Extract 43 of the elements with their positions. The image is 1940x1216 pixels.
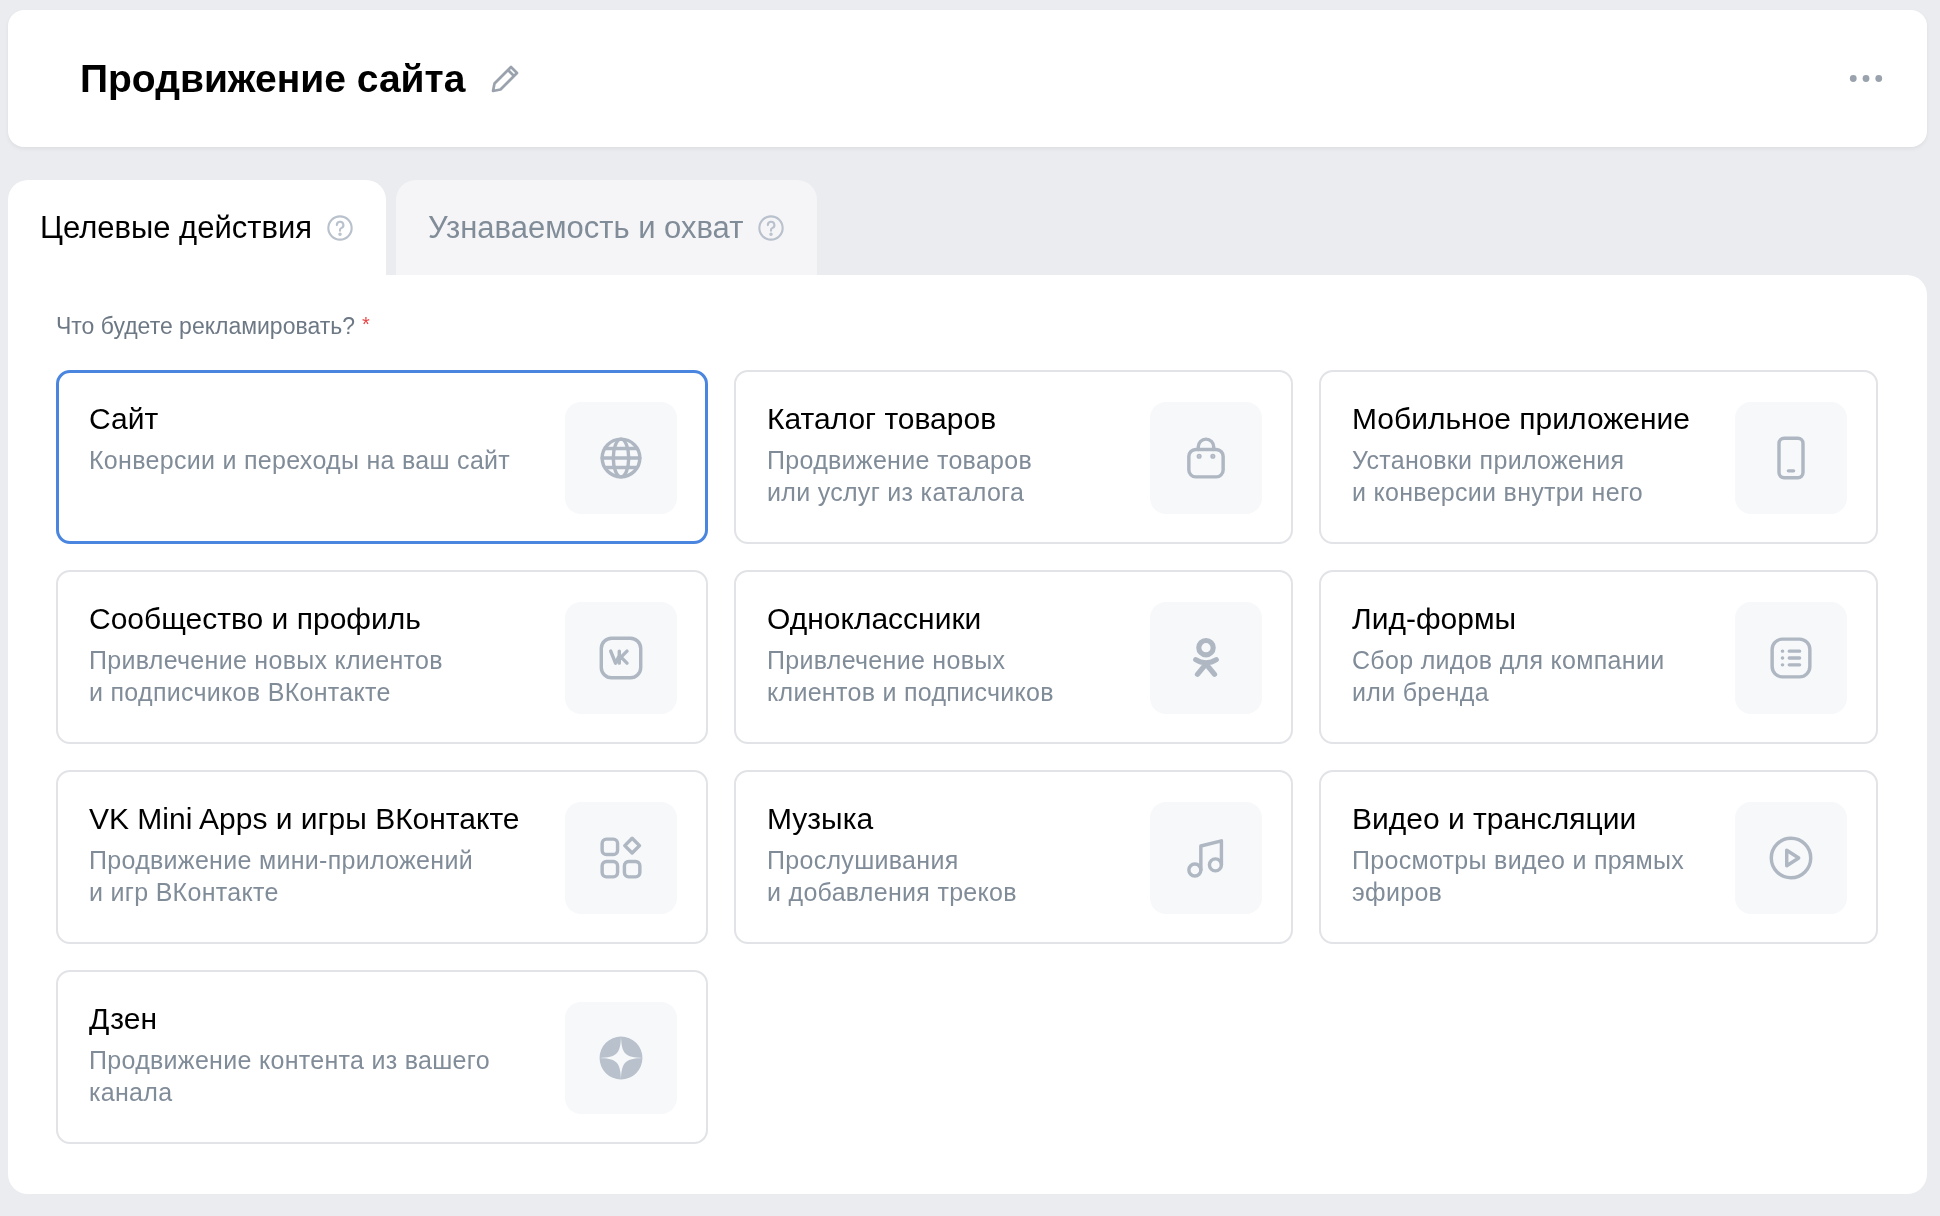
option-card[interactable]: Одноклассники Привлечение новых клиентов и подписчиков xyxy=(734,570,1293,744)
more-icon[interactable] xyxy=(1849,74,1883,83)
option-card[interactable]: Сайт Конверсии и переходы на ваш сайт xyxy=(56,370,708,544)
option-title: Дзен xyxy=(89,1002,158,1036)
option-title: VK Mini Apps и игры ВКонтакте xyxy=(89,802,520,836)
list-icon xyxy=(1767,634,1815,682)
option-description: Установки приложения и конверсии внутри него xyxy=(1352,445,1644,508)
option-title: Лид-формы xyxy=(1352,602,1518,636)
option-card[interactable]: Дзен Продвижение контента из вашего канала xyxy=(56,970,708,1144)
option-card[interactable]: Видео и трансляции Просмотры видео и прямых эфиров xyxy=(1319,770,1878,944)
four-point-star-icon xyxy=(597,1034,645,1082)
option-card[interactable]: Музыка Прослушивания и добавления треков xyxy=(734,770,1293,944)
help-icon[interactable] xyxy=(757,213,786,242)
required-mark: * xyxy=(362,313,370,336)
option-card[interactable]: VK Mini Apps и игры ВКонтакте Продвижение мини-приложений и игр ВКонтакте xyxy=(56,770,708,944)
option-card[interactable]: Лид-формы Сбор лидов для компании или бренда xyxy=(1319,570,1878,744)
apps-grid-icon xyxy=(597,834,645,882)
option-description: Продвижение товаров или услуг из каталога xyxy=(767,445,1033,508)
option-title: Одноклассники xyxy=(767,602,983,636)
tab[interactable]: Целевые действия xyxy=(8,180,386,275)
option-description: Привлечение новых клиентов и подписчиков ВКонтакте xyxy=(89,645,443,708)
field-label: Что будете рекламировать? xyxy=(56,313,355,340)
option-description: Сбор лидов для компании или бренда xyxy=(1352,645,1665,708)
vk-logo-icon xyxy=(597,634,645,682)
globe-icon xyxy=(597,434,645,482)
option-title: Сообщество и профиль xyxy=(89,602,422,636)
option-title: Сайт xyxy=(89,402,160,436)
option-description: Привлечение новых клиентов и подписчиков xyxy=(767,645,1054,708)
option-card[interactable]: Сообщество и профиль Привлечение новых клиентов и подписчиков ВКонтакте xyxy=(56,570,708,744)
option-description: Просмотры видео и прямых эфиров xyxy=(1352,845,1685,908)
option-description: Продвижение контента из вашего канала xyxy=(89,1045,490,1108)
option-card[interactable]: Каталог товаров Продвижение товаров или услуг из каталога xyxy=(734,370,1293,544)
page-title: Продвижение сайта xyxy=(80,56,466,101)
option-description: Прослушивания и добавления треков xyxy=(767,845,1017,908)
option-description: Продвижение мини-приложений и игр ВКонтакте xyxy=(89,845,474,908)
help-icon[interactable] xyxy=(326,213,354,242)
option-card[interactable]: Мобильное приложение Установки приложения и конверсии внутри него xyxy=(1319,370,1878,544)
option-title: Музыка xyxy=(767,802,875,836)
option-description: Конверсии и переходы на ваш сайт xyxy=(89,445,511,476)
option-title: Мобильное приложение xyxy=(1352,402,1690,436)
option-title: Каталог товаров xyxy=(767,402,998,436)
option-title: Видео и трансляции xyxy=(1352,802,1638,836)
play-circle-icon xyxy=(1767,834,1815,882)
